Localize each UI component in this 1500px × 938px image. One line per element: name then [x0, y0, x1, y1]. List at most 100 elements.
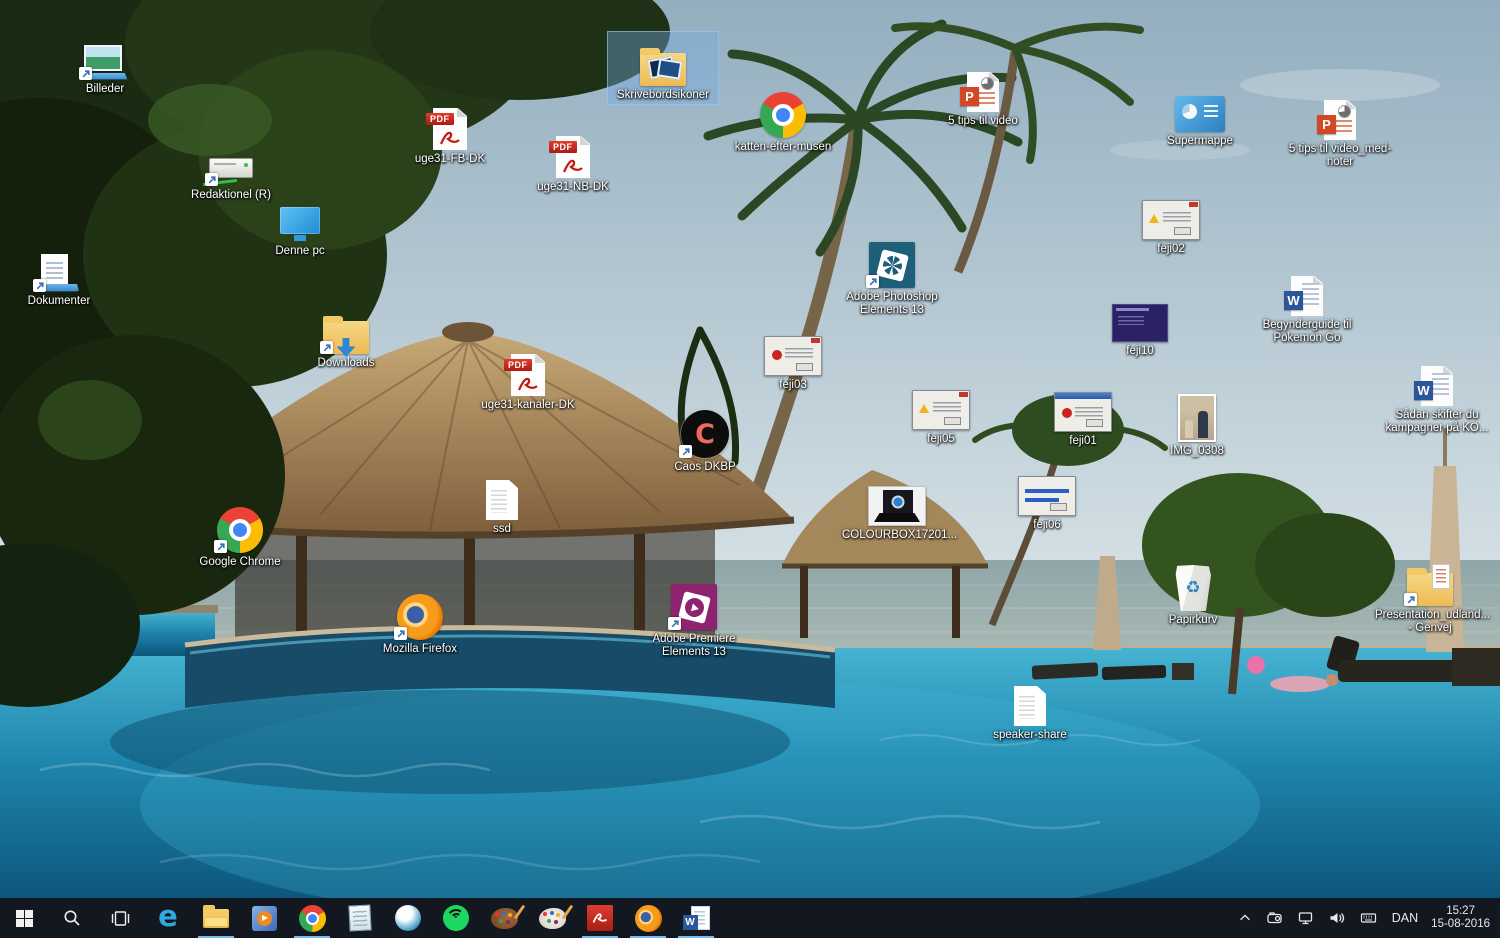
- desktop-icon-begynderguide-pokemon-go[interactable]: W Begynderguide til Pokemon Go: [1252, 262, 1362, 347]
- desktop-icon-uge31-fb-dk[interactable]: PDF uge31-FB-DK: [395, 96, 505, 168]
- spotify-icon: [443, 905, 469, 931]
- desktop-icon-img-0308[interactable]: IMG_0308: [1142, 388, 1252, 460]
- desktop-icon-uge31-nb-dk[interactable]: PDF uge31-NB-DK: [518, 124, 628, 196]
- taskbar-spotify-button[interactable]: [432, 898, 480, 938]
- taskbar-paint-app-button[interactable]: [528, 898, 576, 938]
- desktop-icon-feji10[interactable]: feji10: [1085, 288, 1195, 360]
- desktop-icon-5-tips-til-video[interactable]: P 5 tips til video: [928, 58, 1038, 130]
- paint-app-icon: [539, 908, 566, 929]
- shortcut-arrow-icon: [668, 617, 681, 630]
- taskbar-chrome-button[interactable]: [288, 898, 336, 938]
- icon-label: 5 tips til video_med-noter: [1285, 143, 1395, 169]
- pdf-icon: PDF: [556, 126, 590, 178]
- clock-time: 15:27: [1446, 905, 1475, 918]
- icon-label: 5 tips til video: [948, 115, 1018, 128]
- pdf-badge: PDF: [426, 113, 454, 125]
- caos-letter: C: [695, 419, 715, 450]
- icon-label: Presentation_udland... - Genvej: [1375, 609, 1485, 635]
- search-button[interactable]: [48, 898, 96, 938]
- chrome-icon: [299, 905, 326, 932]
- desktop-icon-saadan-skifter-du[interactable]: W Sådan skifter du kampagner på KO...: [1382, 352, 1492, 437]
- desktop-icon-feji05[interactable]: feji05: [886, 376, 996, 448]
- taskbar: e W: [0, 898, 1500, 938]
- desktop-icon-speaker-share[interactable]: speaker-share: [975, 672, 1085, 744]
- desktop-icon-dokumenter[interactable]: Dokumenter: [4, 238, 114, 310]
- taskbar-acrobat-button[interactable]: [576, 898, 624, 938]
- desktop-icon-5-tips-til-video-med-noter[interactable]: P 5 tips til video_med-noter: [1285, 86, 1395, 171]
- desktop-icon-presentation-udland[interactable]: Presentation_udland... - Genvej: [1375, 552, 1485, 637]
- file-explorer-icon: [203, 909, 229, 928]
- icon-label: Downloads: [318, 357, 375, 370]
- chrome-icon: [760, 86, 806, 138]
- tray-device-button[interactable]: [1259, 898, 1290, 938]
- start-button[interactable]: [0, 898, 48, 938]
- shortcut-arrow-icon: [214, 540, 227, 553]
- icon-label: feji03: [779, 379, 807, 392]
- desktop-icon-feji06[interactable]: feji06: [992, 462, 1102, 534]
- desktop-icon-colourbox[interactable]: COLOURBOX17201...: [842, 472, 952, 544]
- folder-shortcut-icon: [1407, 554, 1453, 606]
- taskbar-globe-app-button[interactable]: [384, 898, 432, 938]
- tray-volume-button[interactable]: [1321, 898, 1352, 938]
- desktop-icon-google-chrome[interactable]: Google Chrome: [185, 499, 295, 571]
- hardware-device-icon: [1266, 910, 1283, 926]
- screenshot-thumbnail-icon: [1018, 464, 1076, 516]
- language-indicator[interactable]: DAN: [1385, 898, 1425, 938]
- icon-label: Billeder: [86, 83, 124, 96]
- taskbar-paint-palette-button[interactable]: [480, 898, 528, 938]
- tray-chevron-button[interactable]: [1231, 898, 1259, 938]
- photo-thumbnail-laptop-icon: [868, 474, 926, 526]
- desktop-icon-feji02[interactable]: feji02: [1116, 186, 1226, 258]
- desktop-icon-katten-efter-musen[interactable]: katten-efter-musen: [728, 84, 838, 156]
- task-view-button[interactable]: [96, 898, 144, 938]
- icon-label: Papirkurv: [1169, 614, 1218, 627]
- taskbar-media-player-button[interactable]: [240, 898, 288, 938]
- premiere-elements-icon: [671, 578, 717, 630]
- media-player-icon: [252, 906, 277, 931]
- desktop-icon-supermappe[interactable]: Supermappe: [1145, 78, 1255, 150]
- screenshot-thumbnail-icon: [1054, 380, 1112, 432]
- photo-thumbnail-icon: [1178, 390, 1216, 442]
- firefox-icon: [635, 905, 662, 932]
- pdf-badge: PDF: [504, 359, 532, 371]
- downloads-folder-icon: [323, 302, 369, 354]
- taskbar-notepad-button[interactable]: [336, 898, 384, 938]
- screenshot-thumbnail-icon: [764, 324, 822, 376]
- clock[interactable]: 15:27 15-08-2016: [1425, 898, 1500, 938]
- desktop-icon-feji01[interactable]: feji01: [1028, 378, 1138, 450]
- desktop-icon-billeder[interactable]: Billeder: [50, 26, 160, 98]
- tray-keyboard-button[interactable]: [1352, 898, 1385, 938]
- touch-keyboard-icon: [1359, 910, 1378, 926]
- desktop-icon-denne-pc[interactable]: Denne pc: [245, 188, 355, 260]
- icon-label: Google Chrome: [199, 556, 280, 569]
- icon-label: uge31-NB-DK: [537, 181, 609, 194]
- taskbar-firefox-button[interactable]: [624, 898, 672, 938]
- taskbar-word-button[interactable]: W: [672, 898, 720, 938]
- chrome-icon: [217, 501, 263, 553]
- desktop-icon-premiere-elements[interactable]: Adobe Premiere Elements 13: [639, 576, 749, 661]
- desktop-icon-feji03[interactable]: feji03: [738, 322, 848, 394]
- screenshot-thumbnail-icon: [1142, 188, 1200, 240]
- desktop-icon-caos-dkbp[interactable]: C Caos DKBP: [650, 404, 760, 476]
- desktop-icon-uge31-kanaler-dk[interactable]: PDF uge31-kanaler-DK: [473, 342, 583, 414]
- powerpoint-letter: P: [1317, 115, 1336, 134]
- desktop-icon-photoshop-elements[interactable]: Adobe Photoshop Elements 13: [837, 234, 947, 319]
- tray-network-button[interactable]: [1290, 898, 1321, 938]
- icon-label: Skrivebordsikoner: [617, 89, 709, 102]
- windows-logo-icon: [16, 910, 33, 927]
- desktop-icon-papirkurv[interactable]: Papirkurv: [1138, 557, 1248, 629]
- powerpoint-icon: P: [967, 60, 999, 112]
- taskbar-file-explorer-button[interactable]: [192, 898, 240, 938]
- network-icon: [1297, 910, 1314, 926]
- screenshot-thumbnail-icon: [912, 378, 970, 430]
- desktop-icon-mozilla-firefox[interactable]: Mozilla Firefox: [365, 586, 475, 658]
- word-icon: W: [1421, 354, 1453, 406]
- notepad-icon: [348, 904, 371, 931]
- desktop-icon-ssd[interactable]: ssd: [447, 466, 557, 538]
- taskbar-edge-button[interactable]: e: [144, 898, 192, 938]
- icon-label: feji01: [1069, 435, 1097, 448]
- desktop-icon-downloads[interactable]: Downloads: [291, 300, 401, 372]
- pdf-badge: PDF: [549, 141, 577, 153]
- desktop-icon-skrivebordsikoner[interactable]: Skrivebordsikoner: [608, 32, 718, 104]
- icon-label: Caos DKBP: [674, 461, 735, 474]
